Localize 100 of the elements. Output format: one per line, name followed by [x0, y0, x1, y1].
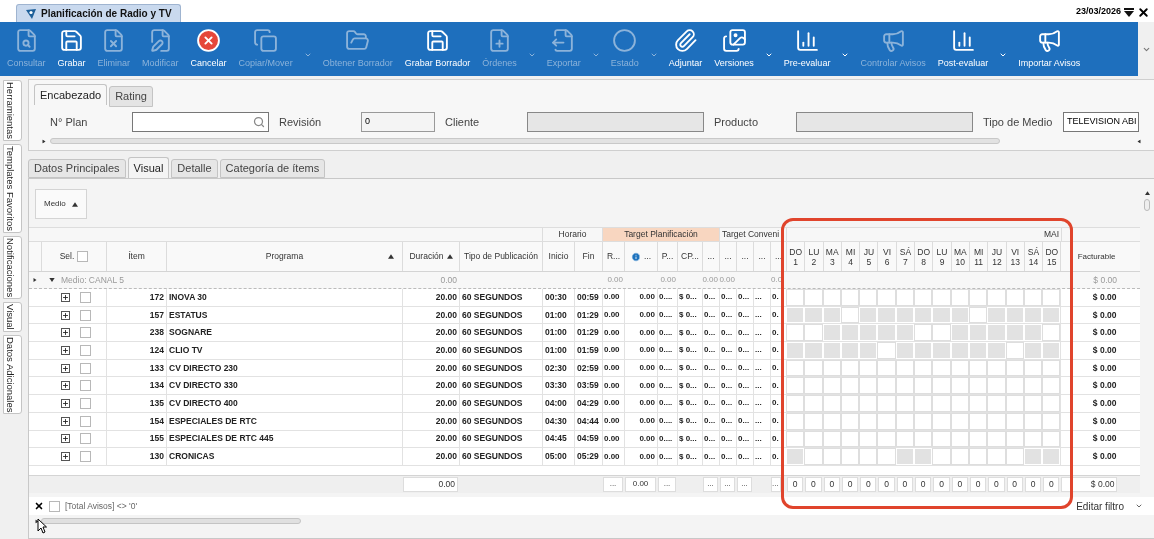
toolbar-button[interactable]: Importar Avisos	[1017, 27, 1082, 71]
expand-icon[interactable]	[60, 434, 70, 444]
scrollbar-thumb[interactable]	[41, 518, 301, 524]
toolbar-button[interactable]: Cancelar	[189, 27, 228, 71]
toolbar-button[interactable]: Grabar Borrador	[403, 27, 472, 71]
checkbox[interactable]	[79, 309, 91, 321]
toolbar-button[interactable]: Post-evaluar	[936, 27, 990, 71]
column-header[interactable]: Ítem	[106, 242, 166, 271]
input-field[interactable]: TELEVISION ABI	[1063, 112, 1139, 132]
day-cell[interactable]	[914, 377, 933, 395]
column-header[interactable]: Fin	[574, 242, 602, 271]
day-cell[interactable]	[1042, 395, 1061, 412]
caret-icon[interactable]	[764, 51, 773, 59]
day-cell[interactable]	[804, 289, 823, 306]
expand-icon[interactable]	[60, 398, 70, 408]
day-cell[interactable]	[822, 448, 841, 465]
day-cell[interactable]	[950, 289, 969, 306]
detail-tab[interactable]: Datos Principales	[28, 159, 126, 178]
day-cell[interactable]	[786, 377, 805, 395]
day-cell[interactable]	[859, 289, 878, 306]
day-cell[interactable]	[950, 448, 969, 465]
day-cell[interactable]	[1023, 289, 1043, 306]
input-field[interactable]: 0	[361, 112, 435, 132]
day-cell[interactable]	[932, 377, 951, 395]
toolbar-button[interactable]: Versiones	[713, 27, 755, 71]
checkbox[interactable]	[79, 380, 91, 392]
expand-icon[interactable]	[60, 310, 70, 320]
day-cell[interactable]	[859, 395, 878, 412]
day-cell[interactable]	[950, 395, 969, 412]
checkbox[interactable]	[79, 433, 91, 445]
day-cell[interactable]	[914, 395, 933, 412]
day-cell[interactable]	[1005, 395, 1024, 412]
expand-icon[interactable]	[60, 292, 70, 302]
day-cell[interactable]	[1005, 448, 1024, 465]
day-cell[interactable]	[968, 448, 988, 465]
expand-icon[interactable]	[60, 345, 70, 355]
day-cell[interactable]	[1042, 324, 1061, 342]
column-header[interactable]: ...	[736, 242, 753, 271]
column-header[interactable]: ...	[719, 242, 736, 271]
column-header[interactable]: ...	[753, 242, 770, 271]
day-cell[interactable]	[1023, 395, 1043, 412]
column-header[interactable]: ...	[770, 242, 786, 271]
caret-icon[interactable]	[999, 51, 1008, 59]
day-cell[interactable]	[877, 377, 896, 395]
expand-icon[interactable]	[60, 328, 70, 338]
column-header[interactable]: Duración	[402, 242, 459, 271]
day-cell[interactable]	[987, 448, 1006, 465]
caret-icon[interactable]	[1135, 502, 1143, 510]
checkbox[interactable]	[79, 327, 91, 339]
day-cell[interactable]	[877, 289, 896, 306]
day-cell[interactable]	[932, 289, 951, 306]
clear-filter-icon[interactable]	[34, 501, 44, 511]
day-cell[interactable]	[968, 289, 988, 306]
day-cell[interactable]	[1042, 289, 1061, 306]
side-tab[interactable]: Visual	[3, 302, 22, 332]
day-cell[interactable]	[877, 342, 896, 359]
detail-tab[interactable]: Categoría de ítems	[219, 159, 326, 178]
header-tab[interactable]: Encabezado	[34, 84, 108, 105]
detail-tab[interactable]: Detalle	[171, 159, 218, 178]
day-cell[interactable]	[987, 289, 1006, 306]
side-tab[interactable]: Herramientas	[3, 80, 22, 142]
column-header[interactable]: Programa	[166, 242, 402, 271]
day-cell[interactable]	[786, 289, 805, 306]
day-cell[interactable]	[859, 448, 878, 465]
side-tab[interactable]: Notificaciones	[3, 236, 22, 300]
column-header[interactable]: Facturable	[1060, 242, 1119, 271]
day-cell[interactable]	[987, 395, 1006, 412]
day-cell[interactable]	[786, 395, 805, 412]
checkbox[interactable]	[79, 397, 91, 409]
close-icon[interactable]	[1137, 5, 1150, 19]
day-cell[interactable]	[786, 324, 805, 342]
day-cell[interactable]	[987, 377, 1006, 395]
column-header[interactable]: Sel.	[41, 242, 106, 271]
day-cell[interactable]	[822, 395, 841, 412]
header-tab[interactable]: Rating	[109, 86, 153, 107]
checkbox[interactable]	[79, 415, 91, 427]
column-header[interactable]: Tipo de Publicación	[459, 242, 542, 271]
column-header[interactable]: P...	[657, 242, 677, 271]
checkbox[interactable]	[79, 362, 91, 374]
scrollbar-thumb[interactable]	[50, 138, 1000, 144]
day-cell[interactable]	[932, 448, 951, 465]
column-header[interactable]: ...	[624, 242, 657, 271]
edit-filter-link[interactable]: Editar filtro	[1076, 498, 1124, 514]
column-header[interactable]: Inicio	[542, 242, 574, 271]
day-cell[interactable]	[932, 324, 951, 342]
day-cell[interactable]	[914, 324, 933, 342]
checkbox[interactable]	[79, 291, 91, 303]
checkbox[interactable]	[79, 451, 91, 463]
day-cell[interactable]	[1005, 289, 1024, 306]
column-header[interactable]: ...	[702, 242, 719, 271]
input-field[interactable]	[527, 112, 704, 132]
scrollbar-thumb[interactable]	[1144, 199, 1150, 211]
expand-icon[interactable]	[60, 452, 70, 462]
expand-icon[interactable]	[60, 363, 70, 373]
toolbar-button[interactable]: Grabar	[56, 27, 87, 71]
caret-icon[interactable]	[841, 51, 850, 59]
day-cell[interactable]	[877, 395, 896, 412]
dropdown-icon[interactable]	[1124, 7, 1134, 17]
checkbox[interactable]	[79, 344, 91, 356]
day-cell[interactable]	[895, 395, 915, 412]
